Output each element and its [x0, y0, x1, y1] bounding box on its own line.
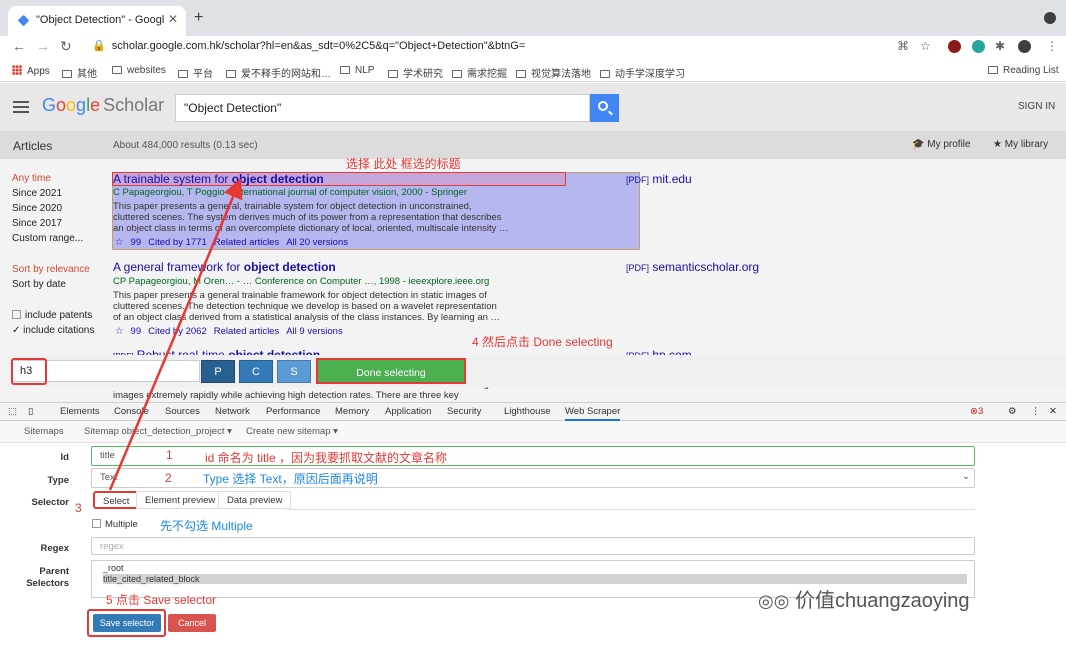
screenshot-root: "Object Detection" - Google S ✕ + ← → ↻ …: [0, 0, 1066, 645]
annotation-arrow: [108, 178, 243, 491]
watermark: ◎◎ 价值chuangzaoying: [758, 590, 970, 612]
wechat-icon: ◎◎: [758, 591, 790, 611]
